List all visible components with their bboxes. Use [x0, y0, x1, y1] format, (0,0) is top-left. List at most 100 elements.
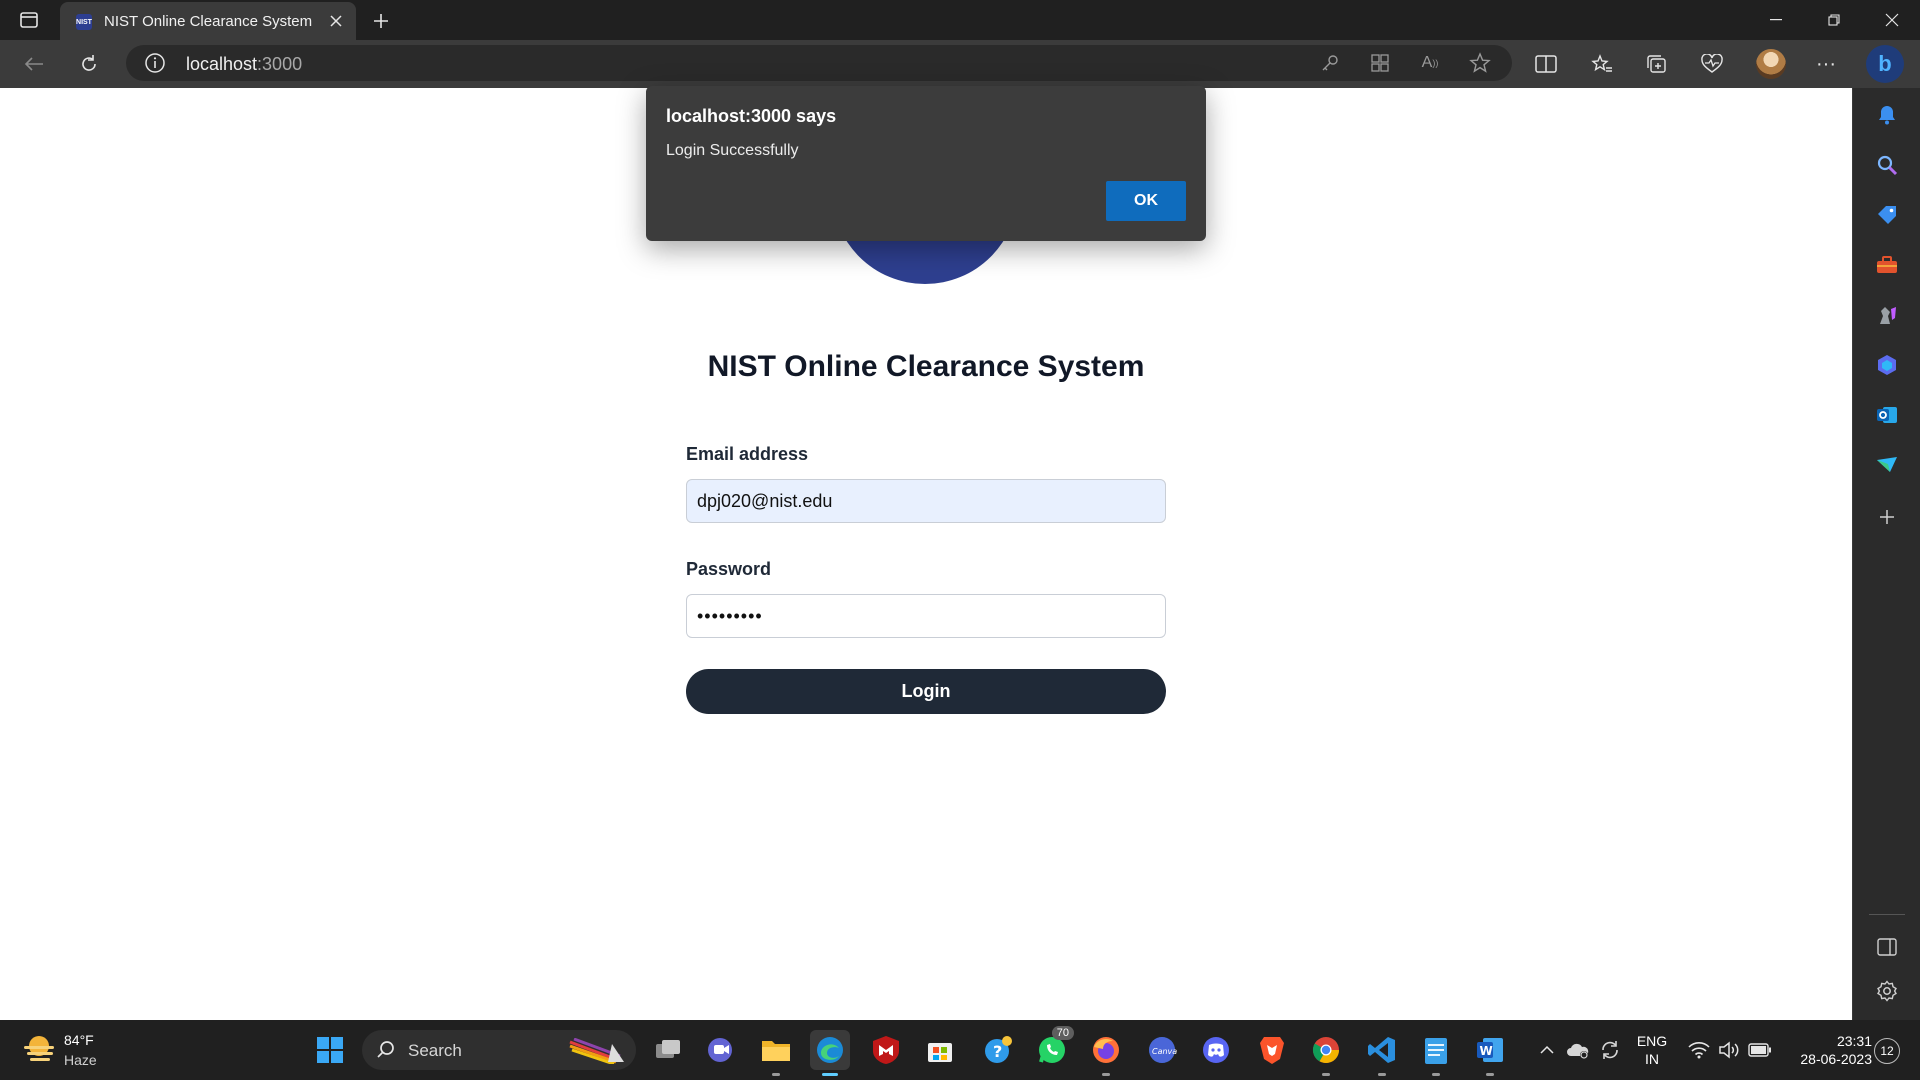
sync-tray-icon[interactable] [1594, 1030, 1626, 1070]
notification-count-badge[interactable]: 12 [1874, 1038, 1900, 1064]
active-indicator [822, 1073, 838, 1076]
back-arrow-icon [24, 57, 43, 71]
favorite-star-icon[interactable] [1468, 51, 1492, 75]
browser-tab[interactable]: NIST NIST Online Clearance System [60, 2, 356, 40]
restore-button[interactable] [1806, 0, 1862, 40]
collections-button[interactable] [1641, 48, 1673, 80]
password-field[interactable] [686, 594, 1166, 638]
brave-button[interactable] [1252, 1030, 1292, 1070]
sidebar-toggle-icon[interactable] [1870, 930, 1904, 964]
password-label: Password [686, 559, 772, 579]
discord-button[interactable] [1196, 1030, 1236, 1070]
clock-time: 23:31 [1836, 1033, 1872, 1049]
apps-grid-icon[interactable] [1368, 51, 1392, 75]
notepad-icon [1425, 1038, 1447, 1064]
chrome-icon [1312, 1037, 1340, 1064]
site-info-icon[interactable] [144, 52, 166, 79]
search-icon[interactable] [1870, 148, 1904, 182]
split-screen-button[interactable] [1530, 48, 1562, 80]
canva-button[interactable]: Canva [1142, 1030, 1182, 1070]
dialog-ok-button[interactable]: OK [1106, 181, 1186, 221]
toolbox-icon[interactable] [1870, 248, 1904, 282]
start-button[interactable] [310, 1030, 350, 1070]
tab-title: NIST Online Clearance System [104, 13, 313, 30]
task-view-icon [656, 1040, 680, 1058]
outlook-icon[interactable] [1870, 398, 1904, 432]
bing-copilot-button[interactable]: b [1866, 45, 1904, 83]
new-tab-button[interactable] [368, 8, 394, 34]
games-icon[interactable] [1870, 298, 1904, 332]
address-url[interactable]: localhost:3000 [186, 54, 302, 75]
add-icon[interactable] [1870, 500, 1904, 534]
chevron-up-icon [1540, 1045, 1554, 1054]
running-indicator [1486, 1073, 1494, 1076]
language-line1: ENG [1636, 1033, 1668, 1049]
dialog-title: localhost:3000 says [666, 106, 837, 126]
collections-icon [1647, 55, 1666, 73]
weather-haze-icon[interactable] [22, 1034, 56, 1064]
browser-toolbar: localhost:3000 A)) ··· b [0, 40, 1920, 88]
password-key-icon[interactable] [1318, 51, 1342, 75]
favorites-icon [1591, 54, 1612, 72]
browser-titlebar: NIST NIST Online Clearance System [0, 0, 1920, 40]
settings-icon[interactable] [1870, 974, 1904, 1008]
vscode-icon [1368, 1037, 1395, 1063]
language-indicator[interactable]: ENG IN [1632, 1032, 1672, 1068]
close-icon [1885, 13, 1899, 27]
firefox-button[interactable] [1086, 1030, 1126, 1076]
address-bar[interactable]: localhost:3000 A)) [126, 45, 1512, 81]
get-help-button[interactable]: ? [978, 1030, 1018, 1070]
email-field[interactable] [686, 479, 1166, 523]
mcafee-button[interactable] [866, 1030, 906, 1070]
teams-chat-button[interactable] [701, 1030, 741, 1070]
more-menu-icon[interactable]: ··· [1810, 48, 1842, 80]
bell-icon[interactable] [1870, 98, 1904, 132]
heart-pulse-icon [1701, 54, 1723, 73]
vscode-button[interactable] [1362, 1030, 1402, 1076]
task-view-button[interactable] [648, 1030, 688, 1070]
mcafee-shield-icon [873, 1036, 899, 1064]
shopping-tag-icon[interactable] [1870, 198, 1904, 232]
whatsapp-badge: 70 [1051, 1026, 1074, 1040]
browser-essentials-button[interactable] [1696, 48, 1728, 80]
weather-description[interactable]: Haze [64, 1052, 97, 1068]
taskbar-search[interactable]: Search [362, 1030, 636, 1070]
search-label: Search [408, 1041, 462, 1060]
svg-text:W: W [1480, 1044, 1493, 1058]
tab-actions-button[interactable] [14, 8, 44, 32]
back-button[interactable] [18, 48, 50, 80]
copilot-icon[interactable] [1870, 348, 1904, 382]
tab-close-button[interactable] [326, 11, 346, 31]
edge-taskbar-button[interactable] [810, 1030, 850, 1076]
read-aloud-icon[interactable]: A)) [1418, 51, 1442, 75]
notepad-button[interactable] [1416, 1030, 1456, 1076]
file-explorer-button[interactable] [756, 1030, 796, 1076]
microsoft-store-button[interactable] [920, 1030, 960, 1070]
sidebar-divider [1869, 914, 1905, 915]
quick-settings-button[interactable] [1680, 1030, 1780, 1070]
refresh-button[interactable] [73, 48, 105, 80]
running-indicator [1102, 1073, 1110, 1076]
restore-icon [1828, 14, 1840, 26]
favorites-button[interactable] [1586, 48, 1618, 80]
login-button[interactable]: Login [686, 669, 1166, 714]
onedrive-tray-icon[interactable] [1562, 1030, 1594, 1070]
refresh-icon [82, 55, 96, 71]
whatsapp-button[interactable]: 70 [1032, 1026, 1074, 1070]
edge-sidebar [1852, 88, 1920, 1020]
weather-temperature[interactable]: 84°F [64, 1032, 94, 1048]
chrome-button[interactable] [1306, 1030, 1346, 1076]
word-button[interactable]: W [1470, 1030, 1510, 1076]
close-window-button[interactable] [1864, 0, 1920, 40]
email-label: Email address [686, 444, 809, 464]
running-indicator [772, 1073, 780, 1076]
minimize-button[interactable] [1748, 0, 1804, 40]
help-icon: ? [985, 1036, 1012, 1063]
profile-avatar[interactable] [1756, 49, 1786, 79]
show-hidden-icons-button[interactable] [1532, 1030, 1562, 1070]
volume-icon [1719, 1041, 1739, 1059]
clock[interactable]: 23:31 28-06-2023 [1782, 1032, 1872, 1068]
folder-icon [762, 1041, 790, 1061]
plus-icon [374, 14, 388, 28]
send-icon[interactable] [1870, 448, 1904, 482]
